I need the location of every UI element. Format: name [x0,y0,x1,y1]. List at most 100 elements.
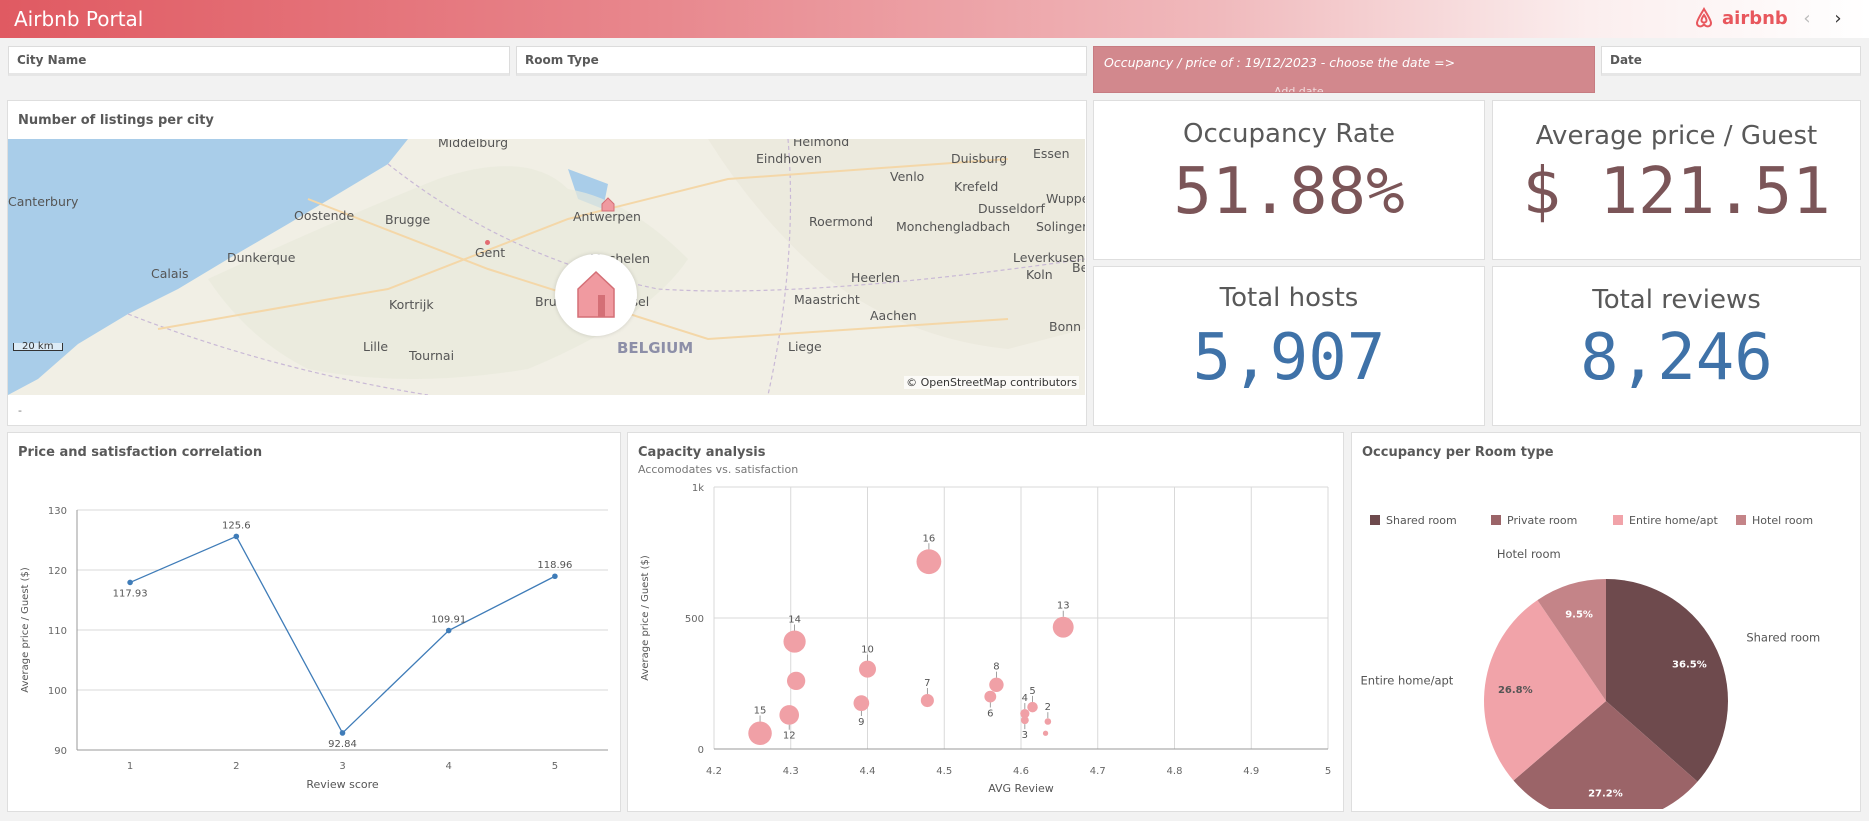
date-banner-text: Occupancy / price of : 19/12/2023 - choo… [1104,55,1456,70]
legend-swatch [1613,515,1623,525]
bubble-point [786,671,806,691]
kpi-label: Total reviews [1592,285,1761,315]
x-tick-label: 4.4 [860,766,876,777]
slice-category-label: Entire home/apt [1361,674,1454,688]
kpi-value: 8,246 [1580,321,1773,395]
x-tick-label: 4.5 [936,766,952,777]
map-city-label: Helmond [793,139,850,149]
x-tick-label: 4 [446,761,452,772]
house-cluster-marker[interactable] [555,254,637,336]
map-city-label: Maastricht [794,292,860,307]
data-point [552,573,558,580]
map-city-label: Canterbury [8,194,79,209]
legend-swatch [1736,515,1746,525]
map-city-label: Bru [535,294,557,309]
kpi-value: 5,907 [1192,321,1386,395]
room-type-filter[interactable]: Room Type [516,46,1087,76]
bubble-point [920,693,934,708]
chart-subtitle: Accomodates vs. satisfaction [638,463,799,476]
data-label: 117.93 [113,588,148,599]
map-footer: - [18,404,22,417]
bubble-point [916,549,942,575]
x-tick-label: 4.3 [783,766,799,777]
x-tick-label: 2 [233,761,239,772]
map-city-label: Duisburg [951,151,1008,166]
map-city-label: Venlo [890,169,925,184]
house-marker-icon[interactable] [600,196,616,212]
data-point [445,627,452,634]
x-axis-title: AVG Review [988,782,1054,795]
bubble-label: 7 [924,678,930,689]
bubble-point [859,660,876,678]
app-title: Airbnb Portal [14,7,144,31]
top-bar: Airbnb Portal airbnb ‹ › [0,0,1869,38]
occupancy-rate-kpi: Occupancy Rate 51.88% [1093,100,1485,260]
map-city-label: Dusseldorf [978,201,1045,216]
data-label: 125.6 [222,520,251,531]
y-tick-label: 130 [48,506,67,517]
bubble-label: 13 [1057,601,1070,612]
x-tick-label: 1 [127,761,133,772]
back-arrow-button[interactable]: ‹ [1797,8,1817,29]
series-line [129,535,556,735]
city-name-filter-label: City Name [17,53,87,67]
map-city-label: Solinger [1036,219,1085,234]
map-attribution[interactable]: © OpenStreetMap contributors [904,376,1079,389]
map-city-label: Monchengladbach [896,219,1011,234]
forward-arrow-button[interactable]: › [1828,8,1848,29]
chart-title: Occupancy per Room type [1362,445,1554,460]
x-tick-label: 3 [339,761,345,772]
kpi-label: Occupancy Rate [1182,119,1395,149]
date-banner-hint: Add date [1274,85,1324,93]
data-point [339,730,346,736]
bubble-point [779,705,800,725]
bubble-point [783,630,806,653]
y-tick-label: 0 [698,745,704,756]
slice-value-label: 36.5% [1672,659,1707,670]
map-point-marker[interactable] [485,240,490,245]
scatter-chart[interactable]: 4.2 4.3 4.4 4.5 4.6 4.7 4.8 4.9 5 0 500 1k AVG Revie… [628,479,1345,809]
bubble-point [1042,730,1049,736]
map-city-label: Eindhoven [756,151,822,166]
bubble-label: 12 [783,731,796,742]
bubble-point [1020,716,1029,725]
bubble-label: 10 [861,645,874,656]
date-banner[interactable]: Occupancy / price of : 19/12/2023 - choo… [1093,46,1595,93]
bubble-label: 15 [754,706,767,717]
x-tick-label: 4.6 [1013,766,1029,777]
total-hosts-kpi: Total hosts 5,907 [1093,266,1485,426]
line-chart[interactable]: 90 100 110 120 130 1 2 3 4 5 Review score Average p… [8,469,622,809]
bubble-label: 2 [1045,702,1051,713]
pie-chart[interactable]: Shared room Private room Entire home/apt Ho… [1352,469,1862,809]
x-axis-title: Review score [306,778,379,791]
map-city-label: Oostende [294,208,355,223]
y-tick-label: 90 [54,746,67,757]
bubble-label: 8 [993,662,999,673]
map-city-label: Kortrijk [389,297,434,312]
x-tick-label: 4.7 [1090,766,1106,777]
y-tick-label: 110 [48,626,67,637]
y-tick-label: 500 [685,614,704,625]
bubble-point [1044,718,1052,725]
data-label: 109.91 [431,615,466,626]
x-tick-label: 4.9 [1243,766,1259,777]
map-country-label: BELGIUM [617,339,694,357]
map-city-label: Dunkerque [227,250,296,265]
data-label: 118.96 [537,560,572,571]
bubble-point [1052,616,1074,638]
listings-map[interactable]: Middelburg Helmond Eindhoven Duisburg Es… [8,139,1085,395]
x-tick-label: 5 [552,761,558,772]
slice-category-label: Hotel room [1497,547,1561,561]
slice-value-label: 9.5% [1565,610,1593,621]
capacity-analysis-panel: Capacity analysis Accomodates vs. satisf… [627,432,1344,812]
data-point [127,579,133,586]
kpi-value: $ 121.51 [1522,155,1831,229]
map-city-label: Wuppe [1046,191,1085,206]
map-panel-title: Number of listings per city [18,113,214,128]
x-tick-label: 4.8 [1167,766,1183,777]
city-name-filter[interactable]: City Name [8,46,510,76]
date-filter[interactable]: Date [1601,46,1861,76]
bubble-point [853,695,870,711]
map-city-label: Tournai [409,348,455,363]
y-axis-title: Average price / Guest ($) [20,567,31,693]
